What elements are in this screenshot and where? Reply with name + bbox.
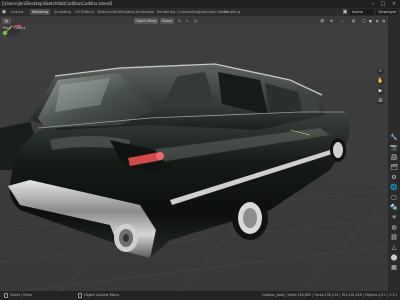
zoom-icon[interactable]: ⌕ xyxy=(377,68,384,75)
mouse-right-icon xyxy=(78,293,82,298)
output-properties-icon[interactable]: 🖨 xyxy=(390,154,398,162)
particles-properties-icon[interactable]: ✳ xyxy=(390,214,398,222)
tab-animation[interactable]: Animation xyxy=(134,9,156,15)
world-properties-icon[interactable]: 🌐 xyxy=(390,184,398,192)
shading-solid-icon[interactable]: ● xyxy=(369,18,372,24)
shading-material-icon[interactable]: ◐ xyxy=(376,18,379,24)
perspective-grid-icon[interactable]: ⊞ xyxy=(377,98,384,105)
mouse-left-icon xyxy=(4,293,8,298)
physics-properties-icon[interactable]: ◍ xyxy=(390,224,398,232)
visibility-icon[interactable]: 👁 xyxy=(320,18,324,24)
tab-modeling[interactable]: Modeling xyxy=(30,9,51,15)
tool-properties-icon[interactable]: 🔧 xyxy=(390,134,398,142)
maximize-icon[interactable]: □ xyxy=(378,0,388,8)
material-properties-icon[interactable]: ⬤ xyxy=(390,254,398,262)
viewport-submenu: View Object xyxy=(0,25,60,32)
texture-properties-icon[interactable]: ▦ xyxy=(390,264,398,272)
proportional-edit-icon[interactable]: ◎ xyxy=(194,18,197,24)
tab-layout[interactable]: Layout xyxy=(9,9,25,15)
render-properties-icon[interactable]: 📷 xyxy=(390,144,398,152)
constraints-properties-icon[interactable]: ⛓ xyxy=(390,234,398,242)
view-layer-selector[interactable]: ViewLayer xyxy=(376,9,398,15)
scene-selector[interactable]: Scene xyxy=(350,9,374,15)
blender-logo-icon[interactable]: ◉ xyxy=(1,9,7,15)
object-menu[interactable]: Object xyxy=(14,25,25,32)
shading-wireframe-icon[interactable]: ◯ xyxy=(362,18,366,24)
3d-viewport[interactable]: ⌕ ✋ ▶ ⊞ xyxy=(0,16,388,291)
tab-rendering[interactable]: Rendering xyxy=(155,9,177,15)
pivot-icon[interactable]: ⊙ xyxy=(178,18,181,24)
tab-scripting[interactable]: Scripting xyxy=(222,9,242,15)
object-mode-dropdown[interactable]: Object Mode xyxy=(134,17,158,24)
status-bar: Select / Move Object Context Menu Cadill… xyxy=(0,291,400,300)
title-bar: [\Users\iJon\Desktop\Sketchfab\Cadillac\… xyxy=(0,0,400,8)
status-left: Select / Move xyxy=(10,293,33,297)
data-properties-icon[interactable]: △ xyxy=(390,244,398,252)
snap-icon[interactable]: ⌗ xyxy=(186,18,188,24)
status-middle: Object Context Menu xyxy=(84,293,119,297)
scene-properties-icon[interactable]: ⚙ xyxy=(390,174,398,182)
close-icon[interactable]: × xyxy=(389,0,399,8)
status-right: Cadillac_body | Verts:163,892 | Faces:15… xyxy=(262,293,398,297)
tab-uv-editing[interactable]: UV Editing xyxy=(73,9,96,15)
gizmo-toggle-icon[interactable]: ✥ xyxy=(330,18,333,24)
modifier-properties-icon[interactable]: 🔩 xyxy=(390,204,398,212)
scene-render xyxy=(0,16,388,291)
camera-view-icon[interactable]: ▶ xyxy=(377,88,384,95)
properties-panel: 🔧 📷 🖨 🗂 ⚙ 🌐 ▢ 🔩 ✳ ◍ ⛓ △ ⬤ ▦ xyxy=(388,16,400,291)
view-menu[interactable]: View xyxy=(3,25,11,32)
editor-type-icon[interactable]: ▤ xyxy=(2,17,11,24)
viewport-header: ▤ Object Mode Global ⊙ ⌗ ◎ 👁 ✥ ◌ ▨ ◯ ● ◐… xyxy=(0,16,388,25)
workspace-bar: ◉ Layout Modeling Sculpting UV Editing T… xyxy=(0,8,400,16)
tab-sculpting[interactable]: Sculpting xyxy=(52,9,73,15)
window-title: [\Users\iJon\Desktop\Sketchfab\Cadillac\… xyxy=(2,1,113,6)
pan-hand-icon[interactable]: ✋ xyxy=(377,78,384,85)
object-properties-icon[interactable]: ▢ xyxy=(390,194,398,202)
shading-rendered-icon[interactable]: ◑ xyxy=(382,18,385,24)
transform-orientation-dropdown[interactable]: Global xyxy=(160,17,174,24)
view-layer-properties-icon[interactable]: 🗂 xyxy=(390,164,398,172)
xray-icon[interactable]: ▨ xyxy=(352,18,355,24)
minimize-icon[interactable]: – xyxy=(368,0,378,8)
scene-icon: ▣ xyxy=(342,9,348,15)
overlays-icon[interactable]: ◌ xyxy=(341,18,344,24)
